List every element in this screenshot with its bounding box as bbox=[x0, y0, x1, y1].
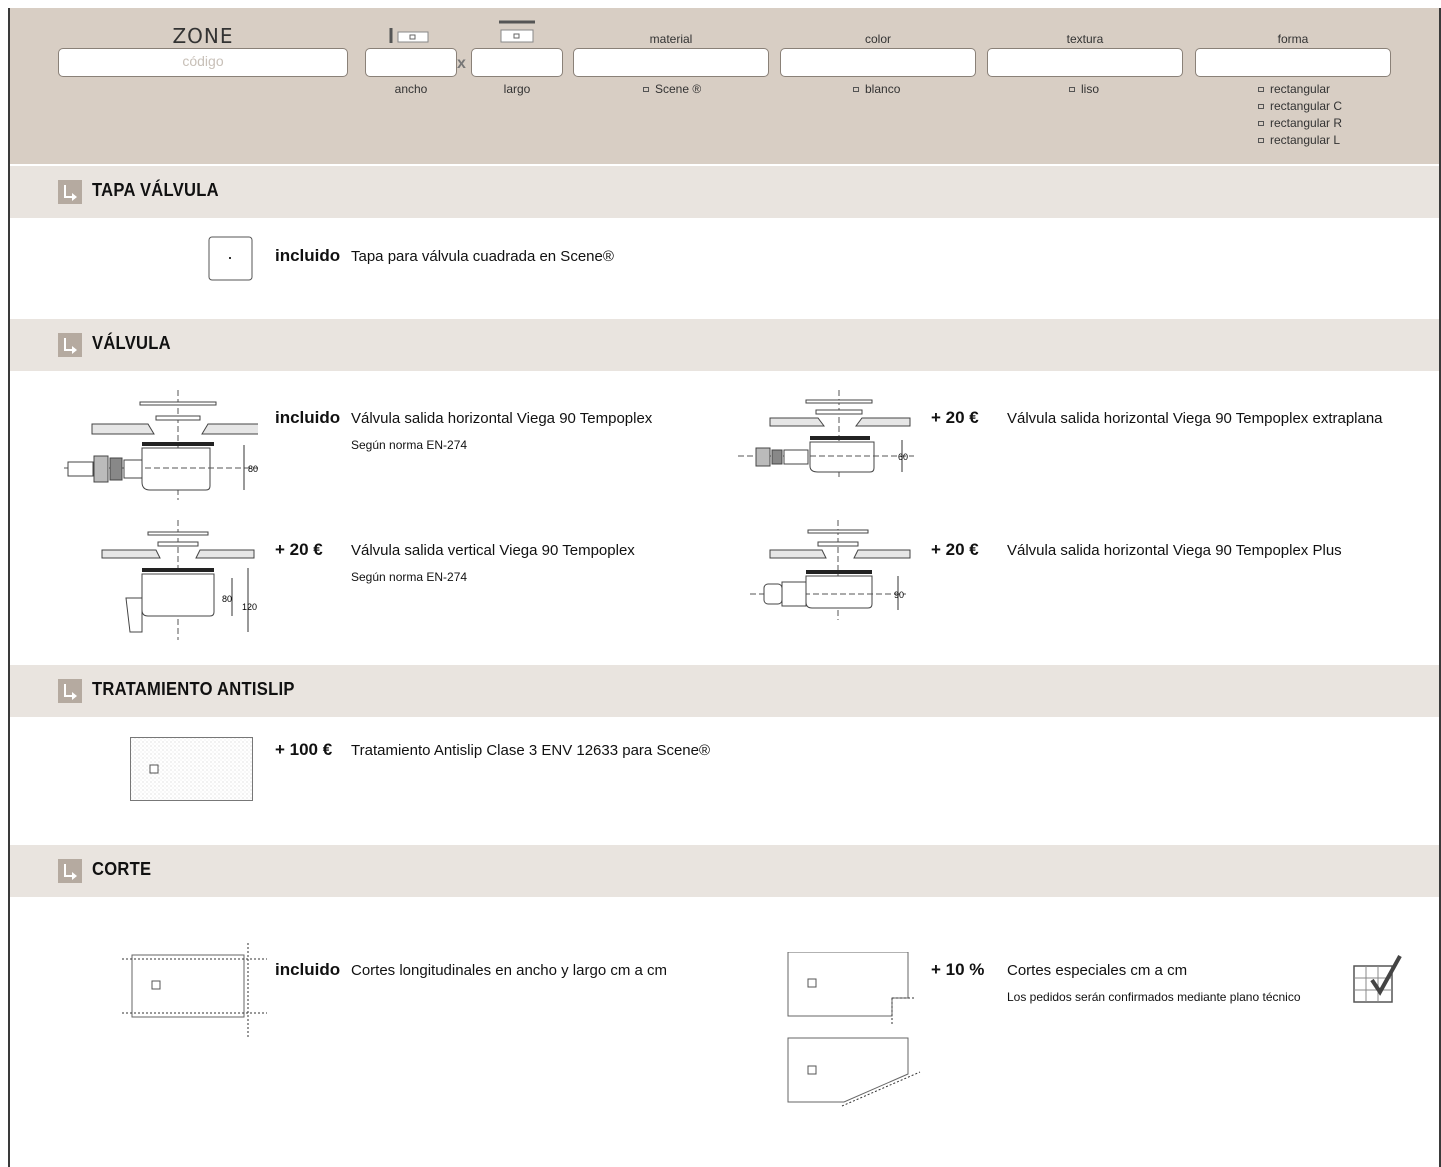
ancho-input[interactable] bbox=[365, 48, 457, 77]
color-label: color bbox=[864, 32, 891, 46]
valve-horizontal-drawing: 80 bbox=[64, 390, 258, 500]
checkbox-icon bbox=[1258, 138, 1264, 143]
price-label: incluido bbox=[275, 246, 341, 265]
item-description: Válvula salida horizontal Viega 90 Tempo… bbox=[1007, 410, 1383, 427]
dimension-label: 120 bbox=[242, 602, 257, 612]
item-description: Válvula salida horizontal Viega 90 Tempo… bbox=[1007, 542, 1342, 559]
section-title: CORTE bbox=[92, 859, 152, 879]
forma-option[interactable]: rectangular bbox=[1258, 82, 1330, 96]
valve-vertical-drawing: 80 120 bbox=[101, 520, 257, 640]
longitudinal-cut-drawing bbox=[122, 943, 267, 1038]
checkbox-icon bbox=[1258, 104, 1264, 109]
item-subtext: Los pedidos serán confirmados mediante p… bbox=[1007, 990, 1301, 1004]
textura-option[interactable]: liso bbox=[1069, 82, 1099, 96]
checkbox-icon bbox=[853, 87, 859, 92]
section-header-tapa: TAPA VÁLVULA bbox=[10, 166, 1439, 218]
item-description: Tapa para válvula cuadrada en Scene® bbox=[351, 248, 614, 265]
valve-extraflat-drawing: 60 bbox=[738, 390, 914, 480]
forma-label: forma bbox=[1277, 32, 1309, 46]
technical-plan-check-icon bbox=[1353, 955, 1402, 1003]
valve-cover-image bbox=[208, 236, 253, 281]
largo-label: largo bbox=[503, 82, 531, 96]
section-title: TAPA VÁLVULA bbox=[92, 180, 219, 200]
section-title: VÁLVULA bbox=[92, 333, 171, 353]
item-description: Tratamiento Antislip Clase 3 ENV 12633 p… bbox=[351, 742, 711, 759]
forma-option[interactable]: rectangular C bbox=[1258, 99, 1342, 113]
color-select[interactable] bbox=[780, 48, 976, 77]
section-header-valvula: VÁLVULA bbox=[10, 319, 1439, 371]
price-label: + 10 % bbox=[931, 960, 985, 979]
special-cut-drawing bbox=[787, 952, 921, 1107]
item-description: Válvula salida vertical Viega 90 Tempopl… bbox=[351, 542, 635, 559]
width-icon bbox=[389, 28, 429, 43]
codigo-placeholder: código bbox=[182, 53, 224, 69]
checkbox-icon bbox=[1069, 87, 1075, 92]
ancho-label: ancho bbox=[394, 82, 428, 96]
price-label: + 20 € bbox=[931, 408, 979, 427]
section-title: TRATAMIENTO ANTISLIP bbox=[92, 679, 295, 699]
material-option[interactable]: Scene ® bbox=[643, 82, 701, 96]
valve-plus-drawing: 90 bbox=[750, 520, 911, 620]
forma-option[interactable]: rectangular L bbox=[1258, 133, 1340, 147]
forma-option[interactable]: rectangular R bbox=[1258, 116, 1342, 130]
item-subtext: Según norma EN-274 bbox=[351, 570, 468, 584]
textura-label: textura bbox=[1066, 32, 1104, 46]
section-header-antislip: TRATAMIENTO ANTISLIP bbox=[10, 665, 1439, 717]
checkbox-icon bbox=[1258, 87, 1264, 92]
material-select[interactable] bbox=[573, 48, 769, 77]
page-frame: ZONE código x ancho largo material Scene… bbox=[8, 8, 1441, 1167]
multiply-sign: x bbox=[457, 55, 466, 72]
arrow-corner-icon bbox=[58, 180, 82, 204]
checkbox-icon bbox=[1258, 121, 1264, 126]
dimension-label: 90 bbox=[894, 590, 904, 600]
configurator-header: ZONE código x ancho largo material Scene… bbox=[10, 8, 1439, 164]
arrow-corner-icon bbox=[58, 679, 82, 703]
dimension-label: 60 bbox=[898, 452, 908, 462]
dimension-label: 80 bbox=[248, 464, 258, 474]
item-subtext: Según norma EN-274 bbox=[351, 438, 468, 452]
price-label: + 20 € bbox=[931, 540, 979, 559]
antislip-texture-image bbox=[130, 737, 253, 801]
largo-input[interactable] bbox=[471, 48, 563, 77]
item-description: Válvula salida horizontal Viega 90 Tempo… bbox=[351, 410, 653, 427]
price-label: + 20 € bbox=[275, 540, 323, 559]
price-label: incluido bbox=[275, 408, 341, 427]
section-header-corte: CORTE bbox=[10, 845, 1439, 897]
textura-select[interactable] bbox=[987, 48, 1183, 77]
item-description: Cortes especiales cm a cm bbox=[1007, 962, 1188, 979]
arrow-corner-icon bbox=[58, 859, 82, 883]
color-option[interactable]: blanco bbox=[853, 82, 900, 96]
price-label: incluido bbox=[275, 960, 341, 979]
material-label: material bbox=[649, 32, 693, 46]
arrow-corner-icon bbox=[58, 333, 82, 357]
length-icon bbox=[499, 20, 535, 43]
dimension-label: 80 bbox=[222, 594, 232, 604]
forma-select[interactable] bbox=[1195, 48, 1391, 77]
price-label: + 100 € bbox=[275, 740, 333, 759]
product-title: ZONE bbox=[172, 24, 234, 48]
checkbox-icon bbox=[643, 87, 649, 92]
item-description: Cortes longitudinales en ancho y largo c… bbox=[351, 962, 667, 979]
